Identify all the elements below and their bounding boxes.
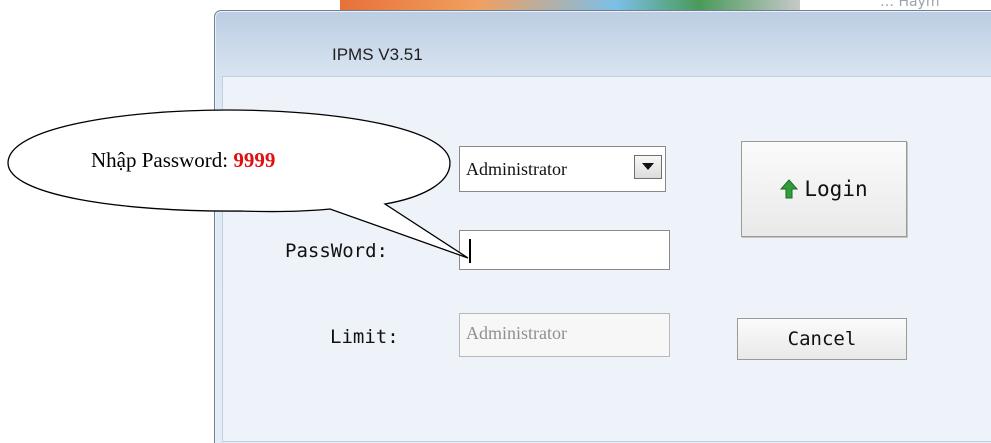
callout-text: Nhập Password: 9999 [91,148,275,173]
password-input[interactable] [459,230,670,270]
window-title: IPMS V3.51 [332,45,423,64]
cancel-button-label: Cancel [787,328,857,350]
callout-prefix: Nhập Password: [91,148,234,172]
user-select-dropdown-button[interactable] [634,155,662,179]
limit-label: Limit: [330,326,399,348]
limit-value: Administrator [466,323,567,343]
background-partial-text: … Haym [880,0,940,10]
limit-field: Administrator [459,313,670,357]
up-arrow-icon [780,179,799,199]
text-caret [469,239,471,263]
login-button[interactable]: Login [741,141,907,237]
screenshot-stage: … Haym IPMS V3.51 Administrator PassWord… [0,0,991,443]
login-button-label: Login [804,177,868,201]
chevron-down-icon [642,163,654,170]
callout-password-value: 9999 [233,148,276,172]
user-select[interactable]: Administrator [459,146,666,192]
user-select-value: Administrator [466,159,567,179]
cancel-button[interactable]: Cancel [737,318,907,360]
password-label: PassWord: [285,240,388,262]
